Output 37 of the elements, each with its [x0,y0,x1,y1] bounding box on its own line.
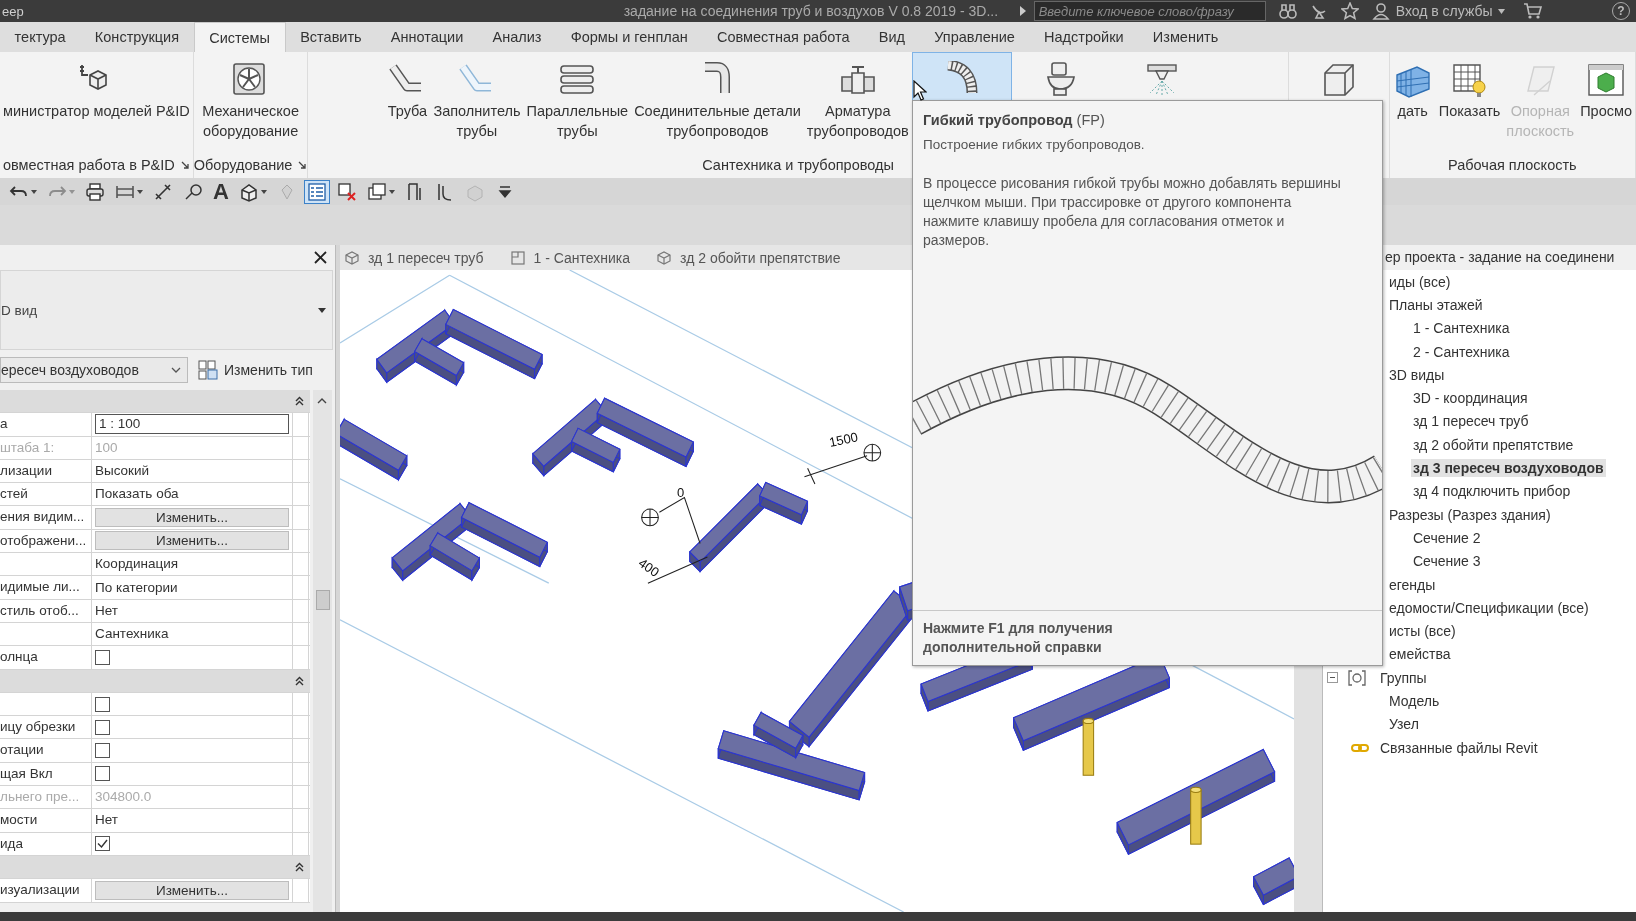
property-label: олнца [0,649,38,665]
property-value: Высокий [95,462,150,481]
panel-title: Оборудование [193,157,293,173]
property-label: стиль отоб... [0,602,79,618]
property-label: ида [0,835,23,851]
property-value: Координация [95,555,179,574]
tooltip-title: Гибкий трубопровод (FP) [923,112,1106,128]
tooltip-summary: Построение гибких трубопроводов. [923,137,1146,152]
dimension-label: 400 [635,555,663,580]
dimension-label: 0 [677,485,685,500]
property-label: ения видим... [0,509,85,525]
property-label: льнего пре... [0,789,80,805]
property-label: ицу обрезки [0,719,76,735]
property-value: Нет [95,811,118,830]
property-label: отображени... [0,532,87,548]
window-title: задание на соединения труб и воздухов V 0.8 2019 - 3D... [623,3,1000,19]
tooltip-footer: Нажмите F1 для получения дополнительной справки [913,610,1382,665]
dimension-label: 1500 [827,429,860,450]
property-label: изуализации [0,882,80,898]
property-label: лизации [0,462,52,478]
property-label: штаба 1: [0,439,55,455]
property-label: а [0,416,8,432]
property-value: 100 [95,438,118,457]
property-label: стей [0,486,28,502]
property-value: Показать оба [95,485,179,504]
panel-title: Сантехника и трубопроводы [702,157,894,173]
property-value: Нет [95,601,118,620]
property-value: Сантехника [95,625,169,644]
property-label: мости [0,812,38,828]
property-value: 304800.0 [95,788,152,807]
property-label: отации [0,742,44,758]
panel-title: овместная работа в P&ID [2,157,175,173]
panel-title: Рабочая плоскость [1448,157,1577,173]
app-title: eep [1,3,24,19]
property-value: По категории [95,578,178,597]
property-label: щая Вкл [0,765,53,781]
property-label: идимые ли... [0,579,80,595]
